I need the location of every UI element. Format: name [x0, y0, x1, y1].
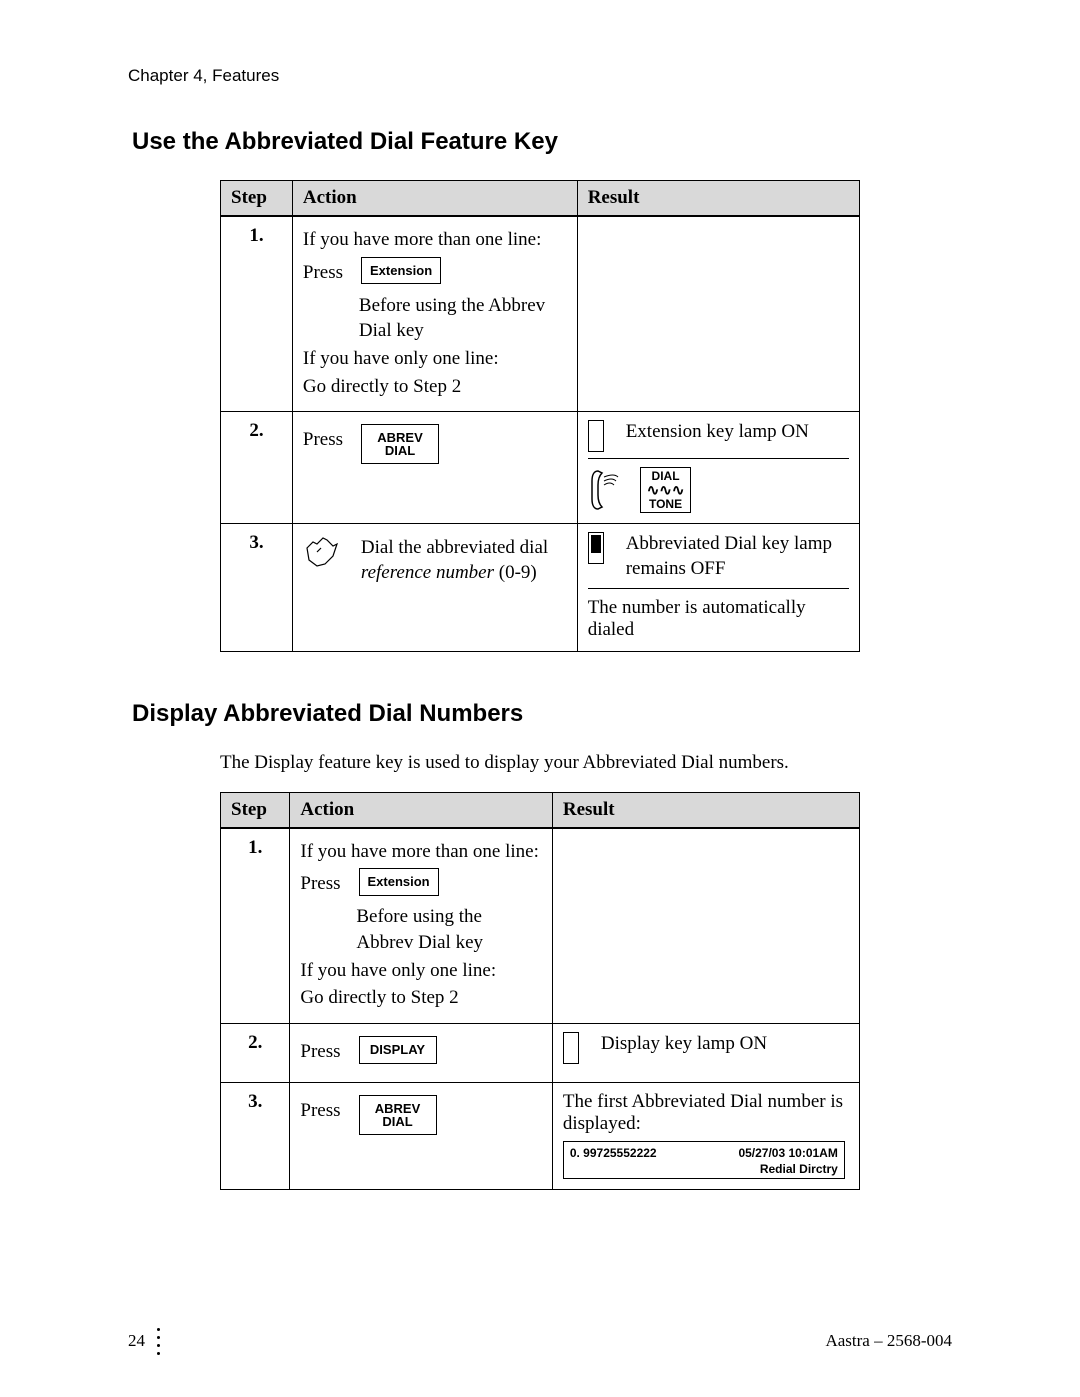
- result-text: Extension key lamp ON: [626, 420, 849, 445]
- th-step: Step: [221, 181, 293, 217]
- result-text: The number is automatically dialed: [588, 597, 849, 641]
- lamp-icon: [563, 1032, 579, 1064]
- abrev-dial-key-icon: ABREV DIAL: [359, 1095, 437, 1135]
- section-heading-display-abbrev: Display Abbreviated Dial Numbers: [132, 700, 952, 728]
- action-text: If you have only one line:: [300, 958, 541, 984]
- cell-result: Extension key lamp ON DIAL ∿∿∿: [577, 412, 859, 524]
- cell-action: Dial the abbreviated dial reference numb…: [292, 524, 577, 651]
- document-page: Chapter 4, Features Use the Abbreviated …: [0, 0, 1080, 1397]
- cell-result: The first Abbreviated Dial number is dis…: [552, 1082, 859, 1189]
- handset-icon: [588, 467, 622, 513]
- result-text: The first Abbreviated Dial number is dis…: [563, 1091, 849, 1135]
- action-text: Press: [303, 257, 343, 289]
- lcd-softkeys: Redial Dirctry: [570, 1162, 838, 1176]
- table-use-abbrev: Step Action Result 1. If you have more t…: [220, 180, 860, 652]
- key-label: DIAL: [382, 1114, 412, 1129]
- cell-result: [577, 216, 859, 412]
- table-display-abbrev: Step Action Result 1. If you have more t…: [220, 792, 860, 1190]
- wavy-icon: ∿∿∿: [647, 483, 685, 498]
- dial-tone-icon: DIAL ∿∿∿ TONE: [640, 467, 692, 513]
- action-text: Dial the abbreviated dial reference numb…: [361, 536, 567, 585]
- lamp-icon: [588, 532, 604, 564]
- table-row: 2. Press DISPLAY Display key lamp ON: [221, 1023, 860, 1082]
- action-text: Go directly to Step 2: [303, 374, 567, 400]
- extension-key-icon: Extension: [361, 257, 441, 285]
- section-intro: The Display feature key is used to displ…: [220, 752, 952, 774]
- cell-action: If you have more than one line: Press Ex…: [290, 828, 552, 1024]
- divider: [588, 588, 849, 589]
- tone-label: DIAL: [647, 470, 685, 483]
- action-text: Go directly to Step 2: [300, 985, 541, 1011]
- divider: [588, 458, 849, 459]
- table-row: 3. Press ABREV DIAL The first Abbreviate…: [221, 1082, 860, 1189]
- lcd-timestamp: 05/27/03 10:01AM: [738, 1146, 837, 1160]
- hand-dial-icon: [303, 536, 343, 572]
- action-text: If you have more than one line:: [300, 839, 541, 865]
- section-heading-use-abbrev: Use the Abbreviated Dial Feature Key: [132, 128, 952, 156]
- th-result: Result: [552, 792, 859, 828]
- cell-step: 3.: [221, 524, 293, 651]
- tone-label: TONE: [647, 498, 685, 511]
- text-italic: reference number: [361, 562, 494, 583]
- action-text: Before using the Abbrev Dial key: [356, 904, 541, 955]
- key-label: DIAL: [385, 443, 415, 458]
- action-text: If you have more than one line:: [303, 227, 567, 253]
- cell-step: 1.: [221, 828, 290, 1024]
- table-row: 3. Dial the abbreviated dial reference n…: [221, 524, 860, 651]
- chapter-header: Chapter 4, Features: [128, 66, 952, 86]
- table-row: 1. If you have more than one line: Press…: [221, 216, 860, 412]
- cell-result: [552, 828, 859, 1024]
- cell-step: 3.: [221, 1082, 290, 1189]
- cell-step: 2.: [221, 412, 293, 524]
- extension-key-icon: Extension: [359, 868, 439, 896]
- abrev-dial-key-icon: ABREV DIAL: [361, 424, 439, 464]
- result-text: Display key lamp ON: [601, 1032, 849, 1057]
- cell-action: Press ABREV DIAL: [290, 1082, 552, 1189]
- action-text: Before using the Abbrev Dial key: [359, 293, 567, 344]
- cell-step: 2.: [221, 1023, 290, 1082]
- result-text: Abbreviated Dial key lamp remains OFF: [626, 532, 849, 581]
- action-text: Press: [300, 1095, 340, 1127]
- cell-result: Display key lamp ON: [552, 1023, 859, 1082]
- th-step: Step: [221, 792, 290, 828]
- display-key-icon: DISPLAY: [359, 1036, 437, 1064]
- cell-action: If you have more than one line: Press Ex…: [292, 216, 577, 412]
- cell-action: Press ABREV DIAL: [292, 412, 577, 524]
- cell-step: 1.: [221, 216, 293, 412]
- lcd-display-icon: 0. 99725552222 05/27/03 10:01AM Redial D…: [563, 1141, 845, 1179]
- page-number: 24: [128, 1331, 145, 1351]
- action-text: Press: [300, 1036, 340, 1068]
- cell-result: Abbreviated Dial key lamp remains OFF Th…: [577, 524, 859, 651]
- text: (0-9): [494, 562, 537, 583]
- cell-action: Press DISPLAY: [290, 1023, 552, 1082]
- action-text: If you have only one line:: [303, 346, 567, 372]
- lcd-number: 0. 99725552222: [570, 1146, 657, 1160]
- lamp-icon: [588, 420, 604, 452]
- th-action: Action: [290, 792, 552, 828]
- table-row: 1. If you have more than one line: Press…: [221, 828, 860, 1024]
- footer-doc-id: Aastra – 2568-004: [825, 1331, 952, 1351]
- th-result: Result: [577, 181, 859, 217]
- text: Dial the abbreviated dial: [361, 537, 548, 558]
- table-row: 2. Press ABREV DIAL Extension key lamp O…: [221, 412, 860, 524]
- page-footer: 24 Aastra – 2568-004: [128, 1328, 952, 1351]
- action-text: Press: [300, 868, 340, 900]
- footer-dots-icon: [157, 1328, 160, 1355]
- th-action: Action: [292, 181, 577, 217]
- action-text: Press: [303, 424, 343, 456]
